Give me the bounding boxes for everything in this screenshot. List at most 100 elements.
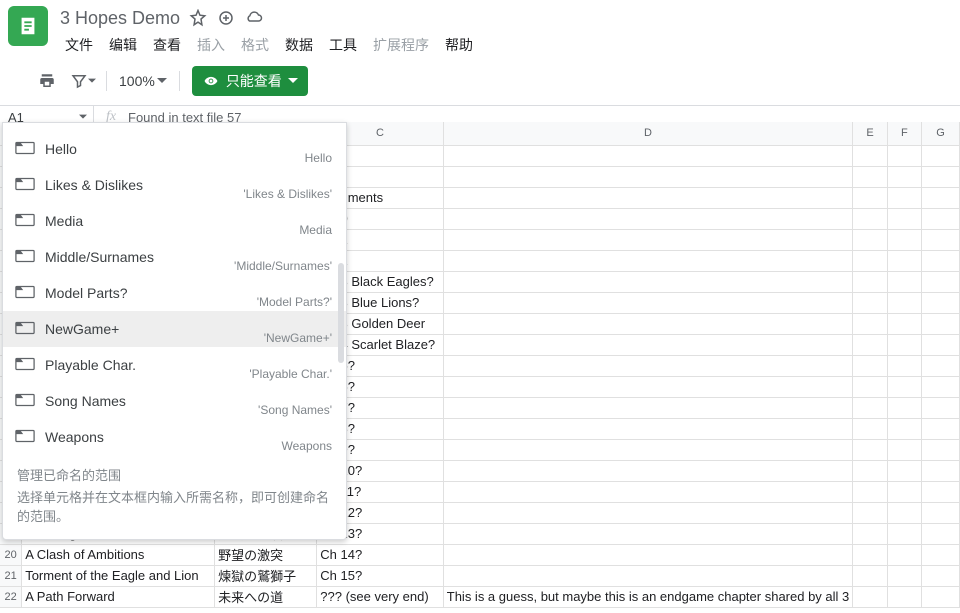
cell[interactable] [853, 313, 888, 334]
cell[interactable] [443, 376, 853, 397]
cell[interactable] [921, 250, 959, 271]
cell[interactable] [443, 250, 853, 271]
cell[interactable] [921, 523, 959, 544]
cell[interactable]: Torment of the Eagle and Lion [22, 565, 215, 586]
column-header[interactable]: D [443, 122, 853, 145]
row-header[interactable]: 20 [0, 544, 22, 565]
cell[interactable] [853, 145, 888, 166]
cell[interactable] [921, 481, 959, 502]
cell[interactable] [887, 208, 921, 229]
menu-item[interactable]: 查看 [146, 32, 188, 58]
cell[interactable] [921, 544, 959, 565]
cell[interactable] [887, 586, 921, 607]
named-range-item[interactable]: Playable Char.'Playable Char.' [3, 347, 346, 383]
cell[interactable] [443, 145, 853, 166]
cell[interactable] [853, 397, 888, 418]
view-only-button[interactable]: 只能查看 [192, 66, 308, 96]
cell[interactable] [853, 481, 888, 502]
cell[interactable] [443, 418, 853, 439]
cell[interactable] [887, 145, 921, 166]
cell[interactable] [921, 187, 959, 208]
cell[interactable] [921, 376, 959, 397]
cell[interactable]: Ch 15? [317, 565, 444, 586]
cell[interactable] [853, 544, 888, 565]
cell[interactable] [853, 166, 888, 187]
star-icon[interactable] [188, 8, 208, 28]
cell[interactable] [443, 544, 853, 565]
cell[interactable] [853, 355, 888, 376]
cell[interactable] [887, 166, 921, 187]
menu-item[interactable]: 文件 [58, 32, 100, 58]
cell[interactable] [443, 502, 853, 523]
cell[interactable]: Ch 14? [317, 544, 444, 565]
cell[interactable]: 煉獄の鷲獅子 [215, 565, 317, 586]
cell[interactable] [887, 292, 921, 313]
cell[interactable] [443, 313, 853, 334]
cell[interactable] [443, 271, 853, 292]
cell[interactable] [853, 460, 888, 481]
named-range-item[interactable]: Song Names'Song Names' [3, 383, 346, 419]
cell[interactable] [887, 187, 921, 208]
cell[interactable] [853, 334, 888, 355]
zoom-dropdown[interactable]: 100% [115, 73, 171, 89]
row-header[interactable]: 22 [0, 586, 22, 607]
cell[interactable] [887, 523, 921, 544]
cell[interactable] [921, 586, 959, 607]
cell[interactable]: 未来への道 [215, 586, 317, 607]
named-range-item[interactable]: NewGame+'NewGame+' [3, 311, 346, 347]
named-range-item[interactable]: Model Parts?'Model Parts?' [3, 275, 346, 311]
cell[interactable] [921, 355, 959, 376]
cell[interactable] [443, 334, 853, 355]
named-range-item[interactable]: Middle/Surnames'Middle/Surnames' [3, 239, 346, 275]
cell[interactable] [443, 355, 853, 376]
cell[interactable] [443, 397, 853, 418]
column-header[interactable]: F [887, 122, 921, 145]
menu-item[interactable]: 工具 [322, 32, 364, 58]
cell[interactable] [443, 292, 853, 313]
cell[interactable] [887, 271, 921, 292]
cell[interactable]: A Path Forward [22, 586, 215, 607]
cell[interactable] [887, 334, 921, 355]
cell[interactable] [921, 313, 959, 334]
named-range-footer-title[interactable]: 管理已命名的范围 [17, 466, 332, 486]
sheets-logo[interactable] [8, 6, 48, 46]
cell[interactable] [443, 166, 853, 187]
cell[interactable] [921, 397, 959, 418]
column-header[interactable]: E [853, 122, 888, 145]
menu-item[interactable]: 编辑 [102, 32, 144, 58]
cell[interactable] [921, 271, 959, 292]
cell[interactable] [887, 565, 921, 586]
cell[interactable] [921, 460, 959, 481]
cell[interactable] [887, 229, 921, 250]
cell[interactable] [887, 481, 921, 502]
cell[interactable] [887, 397, 921, 418]
cell[interactable] [443, 565, 853, 586]
cell[interactable] [443, 460, 853, 481]
cell[interactable] [443, 229, 853, 250]
cell[interactable] [443, 208, 853, 229]
cell[interactable] [921, 502, 959, 523]
cell[interactable] [921, 166, 959, 187]
cell[interactable]: A Clash of Ambitions [22, 544, 215, 565]
cell[interactable] [921, 145, 959, 166]
cell[interactable] [921, 439, 959, 460]
named-range-item[interactable]: WeaponsWeapons [3, 419, 346, 455]
cell[interactable] [887, 250, 921, 271]
cell[interactable] [853, 439, 888, 460]
cell[interactable] [921, 418, 959, 439]
column-header[interactable]: G [921, 122, 959, 145]
cell[interactable] [887, 313, 921, 334]
cell[interactable]: 野望の激突 [215, 544, 317, 565]
cell[interactable] [887, 502, 921, 523]
cell[interactable] [853, 586, 888, 607]
cell[interactable]: This is a guess, but maybe this is an en… [443, 586, 853, 607]
named-range-item[interactable]: Likes & Dislikes'Likes & Dislikes' [3, 167, 346, 203]
filter-icon[interactable] [68, 67, 98, 95]
print-icon[interactable] [32, 67, 62, 95]
cell[interactable] [887, 544, 921, 565]
row-header[interactable]: 21 [0, 565, 22, 586]
cell[interactable] [853, 208, 888, 229]
menu-item[interactable]: 数据 [278, 32, 320, 58]
cloud-icon[interactable] [244, 8, 264, 28]
named-range-item[interactable]: HelloHello [3, 131, 346, 167]
